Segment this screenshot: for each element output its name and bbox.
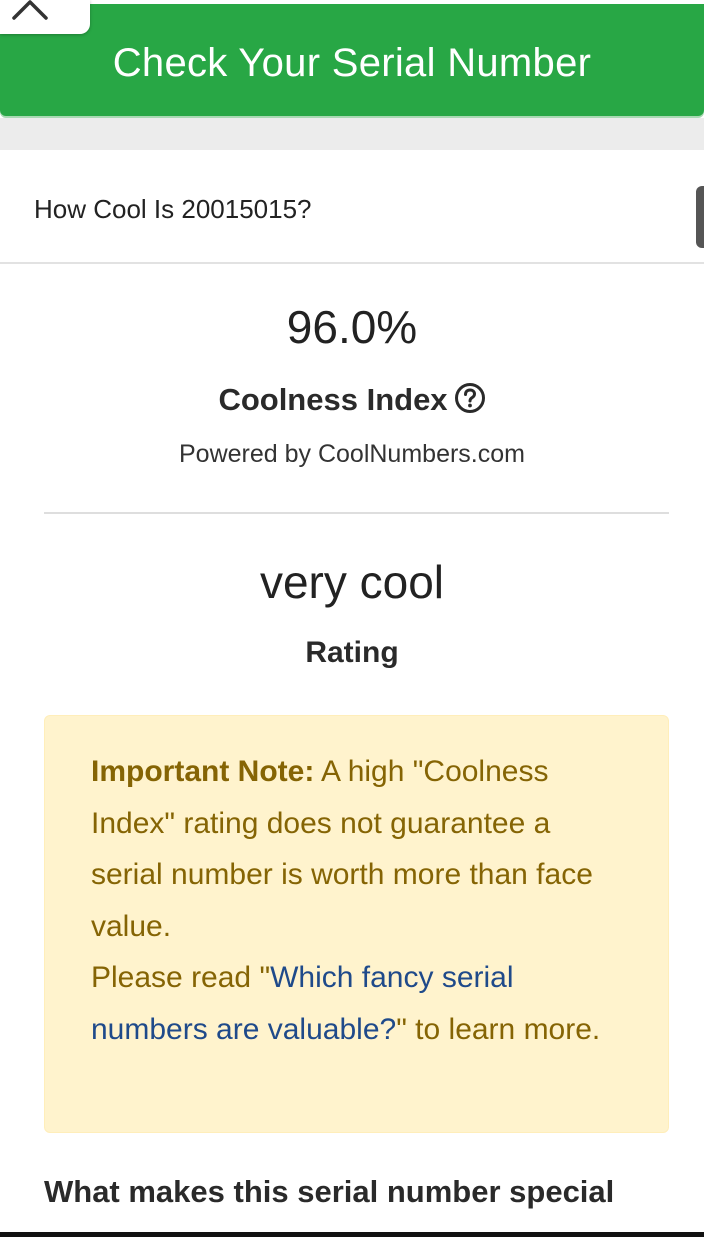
card-header: How Cool Is 20015015? [0, 150, 704, 264]
card-title: How Cool Is 20015015? [34, 194, 312, 224]
chevron-up-icon [12, 0, 48, 20]
coolness-index-label: Coolness Index [218, 382, 448, 417]
page: Check Your Serial Number How Cool Is 200… [0, 0, 704, 1237]
note-read-prefix: Please read " [91, 961, 271, 994]
rating-value: very cool [259, 556, 445, 608]
check-serial-number-button[interactable]: Check Your Serial Number [0, 4, 704, 116]
side-scroll-handle[interactable] [696, 186, 704, 248]
bottom-edge [0, 1232, 704, 1237]
coolness-card: How Cool Is 20015015? 96.0% Coolness Ind… [0, 150, 704, 1237]
header-gap [0, 118, 704, 152]
note-lead: Important Note: [91, 755, 315, 788]
important-note-alert: Important Note: A high "Coolness Index" … [44, 715, 669, 1133]
special-section-heading: What makes this serial number special [44, 1174, 615, 1209]
powered-by-text: Powered by CoolNumbers.com [179, 440, 525, 468]
coolness-percent: 96.0% [286, 301, 418, 353]
coolness-index-row: Coolness Index [0, 382, 704, 422]
question-circle-icon[interactable] [454, 382, 486, 422]
note-read-suffix: " to learn more. [396, 1012, 601, 1046]
divider [44, 512, 669, 514]
check-serial-number-label: Check Your Serial Number [112, 40, 592, 85]
collapse-tab[interactable] [0, 0, 90, 34]
rating-label: Rating [305, 636, 399, 669]
